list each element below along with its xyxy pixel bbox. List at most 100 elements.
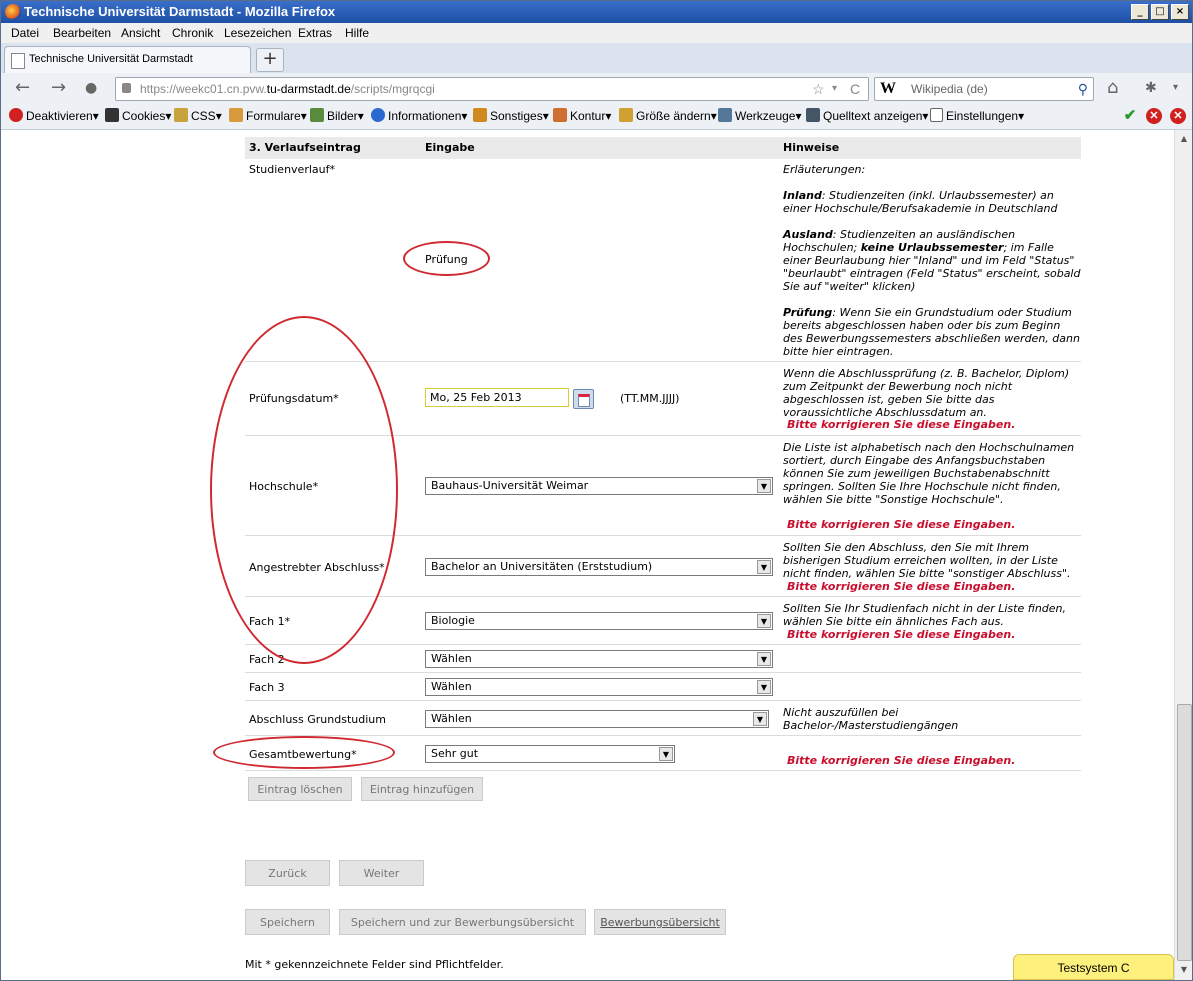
eintrag-loeschen-button[interactable]: Eintrag löschen xyxy=(248,777,352,801)
hint-studienverlauf: Erläuterungen: Inland: Studienzeiten (in… xyxy=(783,163,1081,358)
bookmark-star-icon[interactable]: ☆ xyxy=(812,78,825,100)
grundstudium-label: Abschluss Grundstudium xyxy=(249,713,386,726)
cookies-icon xyxy=(105,108,119,122)
addon-icon[interactable]: ✱ xyxy=(1145,80,1157,96)
fach2-select[interactable]: Wählen ▼ xyxy=(425,650,773,668)
wd-css[interactable]: CSS▾ xyxy=(174,108,222,123)
testsystem-badge: Testsystem C xyxy=(1013,954,1174,980)
scroll-up-icon[interactable]: ▲ xyxy=(1177,132,1191,146)
menu-caret-icon[interactable]: ▾ xyxy=(1173,82,1178,93)
vertical-scrollbar[interactable]: ▲ ▼ xyxy=(1174,130,1192,980)
maximize-button[interactable]: □ xyxy=(1151,4,1169,20)
zurueck-button[interactable]: Zurück xyxy=(245,860,330,886)
title-bar: Technische Universität Darmstadt - Mozil… xyxy=(1,1,1192,23)
row-divider xyxy=(245,644,1081,645)
annotation-circle-fields xyxy=(210,316,398,664)
wd-groesse[interactable]: Größe ändern▾ xyxy=(619,108,717,123)
navigation-bar: ← → ● https://weekc01.cn.pvw.tu-darmstad… xyxy=(1,73,1192,103)
menu-extras[interactable]: Extras xyxy=(298,26,332,40)
abschluss-select[interactable]: Bachelor an Universitäten (Erststudium) ▼ xyxy=(425,558,773,576)
error-gesamtbewertung: Bitte korrigieren Sie diese Eingaben. xyxy=(787,754,1016,767)
bewerbungsuebersicht-button[interactable]: Bewerbungsübersicht xyxy=(594,909,726,935)
gesamtbewertung-select[interactable]: Sehr gut ▼ xyxy=(425,745,675,763)
wd-kontur[interactable]: Kontur▾ xyxy=(553,108,611,123)
header-hints: Hinweise xyxy=(783,141,840,154)
dropdown-arrow-icon: ▼ xyxy=(757,652,771,666)
html-error-icon[interactable]: ✕ xyxy=(1146,108,1162,124)
options-icon xyxy=(930,108,943,122)
new-tab-button[interactable]: + xyxy=(256,48,284,72)
fach3-select[interactable]: Wählen ▼ xyxy=(425,678,773,696)
info-icon xyxy=(371,108,385,122)
wd-einstellungen[interactable]: Einstellungen▾ xyxy=(930,108,1024,123)
hint-abschluss: Sollten Sie den Abschluss, den Sie mit I… xyxy=(783,541,1071,580)
studienverlauf-label: Studienverlauf* xyxy=(249,163,335,176)
wikipedia-icon[interactable]: W xyxy=(880,78,896,100)
row-divider xyxy=(245,361,1081,362)
fach3-label: Fach 3 xyxy=(249,681,285,694)
home-icon[interactable]: ⌂ xyxy=(1107,77,1118,98)
wd-formulare[interactable]: Formulare▾ xyxy=(229,108,307,123)
tab-tu-darmstadt[interactable]: Technische Universität Darmstadt xyxy=(4,46,251,73)
css-ok-icon[interactable]: ✔ xyxy=(1122,108,1138,124)
speichern-button[interactable]: Speichern xyxy=(245,909,330,935)
error-hochschule: Bitte korrigieren Sie diese Eingaben. xyxy=(787,518,1016,531)
window-title: Technische Universität Darmstadt - Mozil… xyxy=(24,4,336,19)
identity-icon[interactable]: ● xyxy=(85,80,97,96)
tools-icon xyxy=(718,108,732,122)
firefox-logo-icon xyxy=(5,4,21,20)
url-dropdown-icon[interactable]: ▾ xyxy=(832,78,837,100)
grundstudium-select[interactable]: Wählen ▼ xyxy=(425,710,769,728)
wd-bilder[interactable]: Bilder▾ xyxy=(310,108,364,123)
menu-ansicht[interactable]: Ansicht xyxy=(121,26,160,40)
outline-icon xyxy=(553,108,567,122)
dropdown-arrow-icon: ▼ xyxy=(757,680,771,694)
weiter-button[interactable]: Weiter xyxy=(339,860,424,886)
row-divider xyxy=(245,735,1081,736)
scroll-down-icon[interactable]: ▼ xyxy=(1177,963,1191,977)
wd-cookies[interactable]: Cookies▾ xyxy=(105,108,171,123)
menu-hilfe[interactable]: Hilfe xyxy=(345,26,369,40)
error-abschluss: Bitte korrigieren Sie diese Eingaben. xyxy=(787,580,1016,593)
search-icon[interactable]: ⚲ xyxy=(1078,78,1088,100)
dropdown-arrow-icon: ▼ xyxy=(659,747,673,761)
back-arrow-icon[interactable]: ← xyxy=(15,77,30,98)
reload-icon[interactable]: C xyxy=(850,78,860,100)
close-button[interactable]: × xyxy=(1171,4,1189,20)
table-header: 3. Verlaufseintrag Eingabe Hinweise xyxy=(245,137,1081,159)
row-divider xyxy=(245,672,1081,673)
menu-bearbeiten[interactable]: Bearbeiten xyxy=(53,26,111,40)
hochschule-select[interactable]: Bauhaus-Universität Weimar ▼ xyxy=(425,477,773,495)
wd-deaktivieren[interactable]: Deaktivieren▾ xyxy=(9,108,99,123)
minimize-button[interactable]: _ xyxy=(1131,4,1149,20)
page-favicon-icon xyxy=(11,53,25,69)
wd-werkzeuge[interactable]: Werkzeuge▾ xyxy=(718,108,802,123)
wd-quelltext[interactable]: Quelltext anzeigen▾ xyxy=(806,108,928,123)
row-divider xyxy=(245,700,1081,701)
pruefungsdatum-input[interactable]: Mo, 25 Feb 2013 xyxy=(425,388,569,407)
search-bar[interactable]: W Wikipedia (de) ⚲ xyxy=(874,77,1094,101)
menu-chronik[interactable]: Chronik xyxy=(172,26,213,40)
wd-sonstiges[interactable]: Sonstiges▾ xyxy=(473,108,549,123)
browser-window: Technische Universität Darmstadt - Mozil… xyxy=(0,0,1193,981)
speichern-uebersicht-button[interactable]: Speichern und zur Bewerbungsübersicht xyxy=(339,909,586,935)
scrollbar-thumb[interactable] xyxy=(1177,704,1192,961)
images-icon xyxy=(310,108,324,122)
tab-label: Technische Universität Darmstadt xyxy=(29,53,193,65)
footnote: Mit * gekennzeichnete Felder sind Pflich… xyxy=(245,958,504,971)
header-input: Eingabe xyxy=(425,141,475,154)
forward-arrow-icon[interactable]: → xyxy=(51,77,66,98)
url-bar[interactable]: https://weekc01.cn.pvw.tu-darmstadt.de/s… xyxy=(115,77,869,101)
fach1-select[interactable]: Biologie ▼ xyxy=(425,612,773,630)
menu-datei[interactable]: Datei xyxy=(11,26,39,40)
calendar-icon[interactable] xyxy=(573,389,594,409)
menu-lesezeichen[interactable]: Lesezeichen xyxy=(224,26,291,40)
js-error-icon[interactable]: ✕ xyxy=(1170,108,1186,124)
annotation-circle-pruefung xyxy=(403,241,490,276)
wd-informationen[interactable]: Informationen▾ xyxy=(371,108,467,123)
date-format-hint: (TT.MM.JJJJ) xyxy=(620,392,680,405)
page-content: 3. Verlaufseintrag Eingabe Hinweise Stud… xyxy=(1,130,1174,980)
dropdown-arrow-icon: ▼ xyxy=(757,560,771,574)
dropdown-arrow-icon: ▼ xyxy=(757,614,771,628)
eintrag-hinzufuegen-button[interactable]: Eintrag hinzufügen xyxy=(361,777,483,801)
